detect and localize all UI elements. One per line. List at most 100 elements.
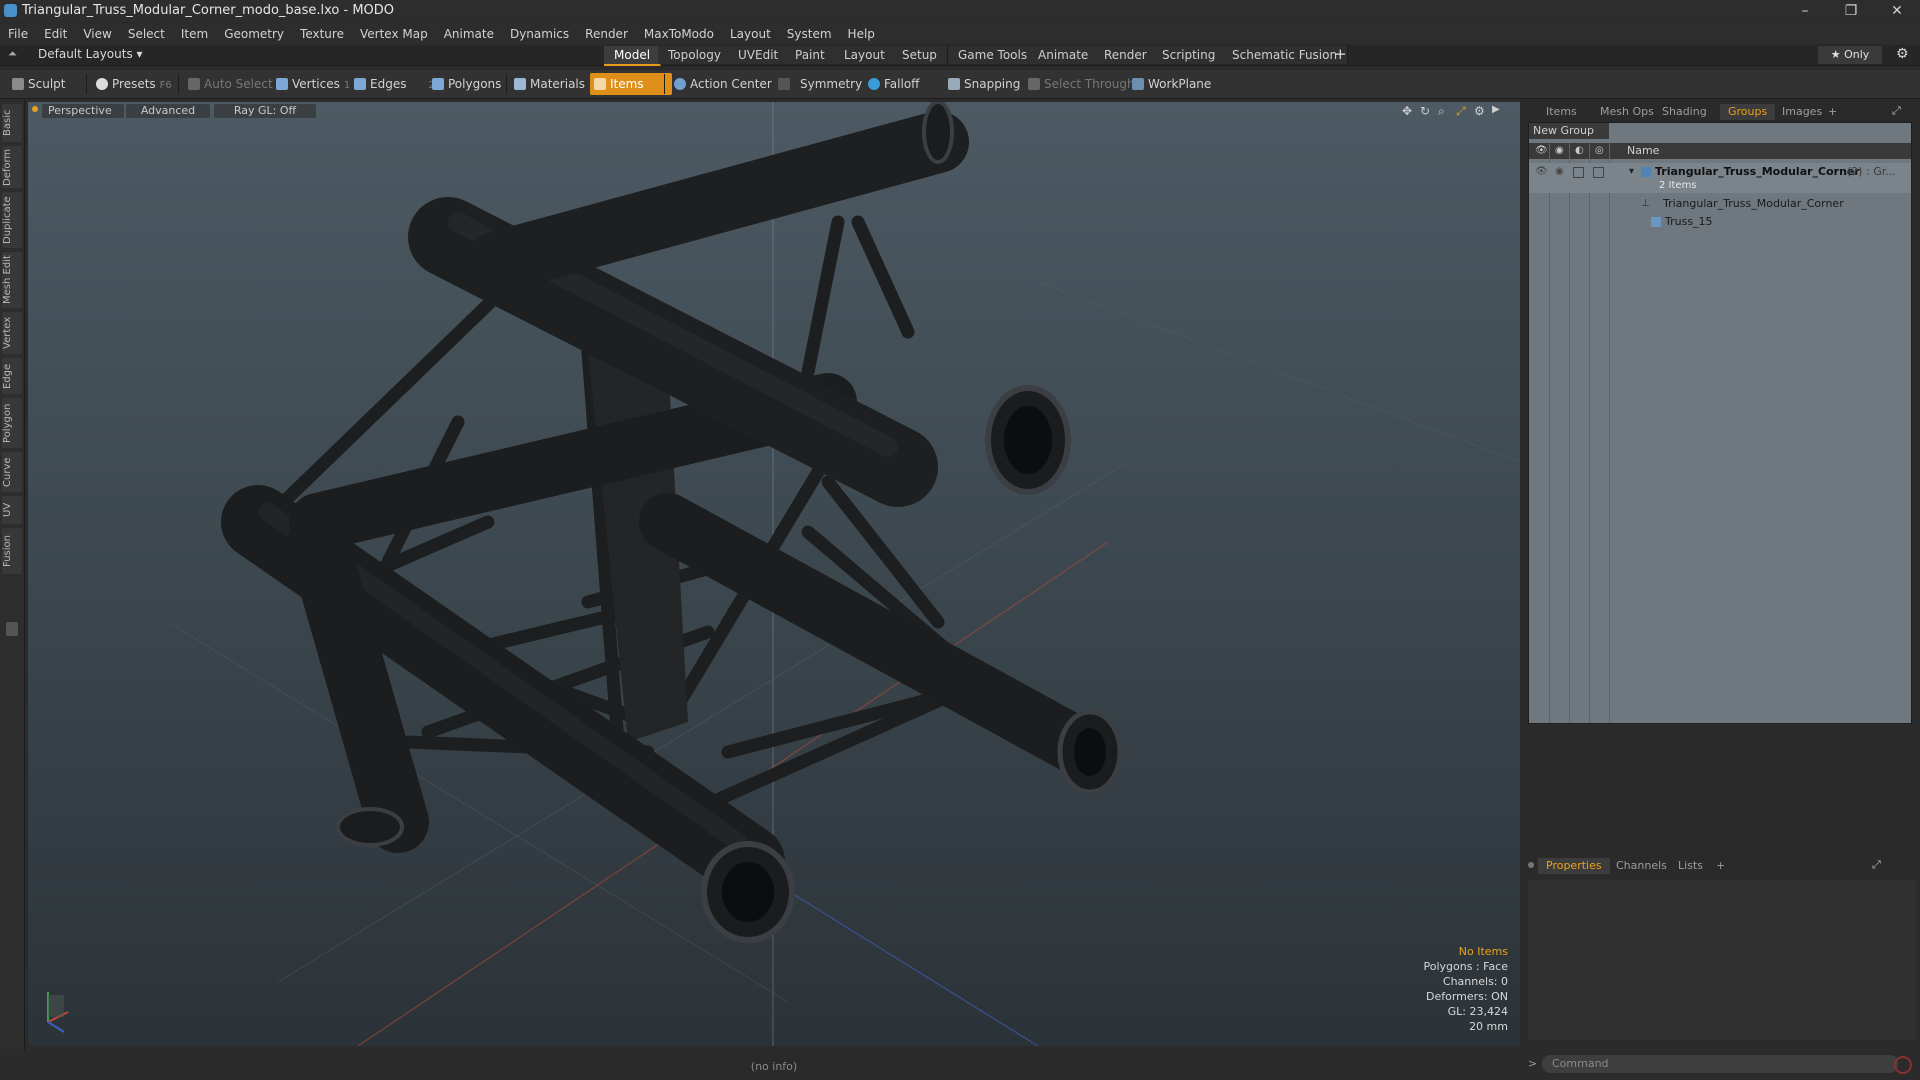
action-center-button[interactable]: Action Center — [670, 73, 790, 95]
tab-topology[interactable]: Topology — [658, 46, 732, 64]
vtab-basic[interactable]: Basic — [2, 104, 22, 142]
tab-render[interactable]: Render — [1094, 46, 1158, 64]
vtab-uv[interactable]: UV — [2, 496, 22, 524]
modo-logo-icon — [4, 4, 17, 17]
default-layouts-dropdown[interactable]: Default Layouts ▾ — [38, 47, 143, 61]
tab-game-tools[interactable]: Game Tools — [948, 46, 1039, 64]
presets-button[interactable]: Presets F6 — [92, 73, 192, 95]
properties-expand-icon[interactable]: ⤢ — [1872, 858, 1881, 872]
vtab-polygon[interactable]: Polygon — [2, 398, 22, 448]
zoom-icon[interactable]: ⌕ — [1438, 104, 1445, 119]
tab-animate[interactable]: Animate — [1028, 46, 1100, 64]
symmetry-button[interactable]: Symmetry — [774, 73, 878, 95]
shading-dropdown[interactable]: Advanced — [126, 104, 210, 118]
tab-paint[interactable]: Paint — [785, 46, 836, 64]
tab-channels[interactable]: Channels — [1608, 858, 1675, 874]
tab-groups[interactable]: Groups — [1720, 104, 1776, 120]
minimize-button[interactable]: – — [1782, 0, 1828, 22]
menu-select[interactable]: Select — [120, 24, 173, 44]
maximize-viewport-icon[interactable]: ⤢ — [1456, 104, 1466, 119]
panel-toggle-icon[interactable] — [6, 622, 18, 636]
tab-layout[interactable]: Layout — [834, 46, 896, 64]
menu-vertex-map[interactable]: Vertex Map — [352, 24, 436, 44]
menu-render[interactable]: Render — [577, 24, 636, 44]
auto-select-icon — [188, 78, 200, 90]
vtab-mesh-edit[interactable]: Mesh Edit — [2, 252, 22, 308]
materials-icon — [514, 78, 526, 90]
tab-schematic-fusion[interactable]: Schematic Fusion — [1222, 46, 1349, 64]
expand-arrow-icon[interactable]: ▾ — [1629, 163, 1634, 181]
visibility-toggle-icon[interactable]: 👁 — [1535, 163, 1548, 181]
falloff-button[interactable]: Falloff — [864, 73, 954, 95]
viewport-menu-icon[interactable] — [32, 106, 38, 112]
add-panel-tab[interactable]: + — [1820, 104, 1845, 120]
vtab-fusion[interactable]: Fusion — [2, 528, 22, 574]
mesh-icon — [1651, 217, 1661, 227]
tab-shading[interactable]: Shading — [1654, 104, 1715, 120]
menu-layout[interactable]: Layout — [722, 24, 779, 44]
viewport-expand-icon[interactable]: ▶ — [1492, 104, 1500, 115]
tab-properties[interactable]: Properties — [1538, 858, 1610, 874]
menu-animate[interactable]: Animate — [436, 24, 502, 44]
name-column-header[interactable]: Name — [1627, 143, 1659, 159]
command-input[interactable]: Command — [1542, 1055, 1898, 1073]
select-through-button[interactable]: Select Through — [1024, 73, 1140, 95]
layout-toggle-icon[interactable]: ⏶ — [8, 47, 17, 61]
rotate-icon[interactable]: ↻ — [1420, 104, 1430, 118]
only-toggle[interactable]: ★ Only — [1818, 46, 1882, 64]
lock-checkbox[interactable] — [1573, 167, 1584, 178]
3d-viewport[interactable]: Perspective Advanced Ray GL: Off ✥ ↻ ⌕ ⤢… — [28, 102, 1520, 1046]
viewport-settings-icon[interactable]: ⚙ — [1474, 104, 1485, 118]
vtab-edge[interactable]: Edge — [2, 358, 22, 394]
add-tab-icon[interactable]: + — [1334, 45, 1347, 63]
view-mode-dropdown[interactable]: Perspective — [42, 104, 124, 118]
main-toolbar: Sculpt Presets F6 Auto Select Vertices 1 E… — [0, 70, 1920, 99]
tab-model[interactable]: Model — [604, 46, 662, 66]
vtab-duplicate[interactable]: Duplicate — [2, 192, 22, 248]
command-history-icon[interactable] — [1894, 1056, 1912, 1074]
settings-gear-icon[interactable]: ⚙ — [1896, 46, 1909, 62]
menu-view[interactable]: View — [75, 24, 119, 44]
tab-scripting[interactable]: Scripting — [1152, 46, 1227, 64]
menu-edit[interactable]: Edit — [36, 24, 75, 44]
group-row[interactable]: 👁 ◉ ▾ Triangular_Truss_Modular_Corner (2… — [1529, 163, 1911, 193]
add-bottom-tab[interactable]: + — [1708, 858, 1733, 874]
list-header: 👁 ◉ ◐ ◎ Name — [1529, 143, 1911, 159]
restore-button[interactable]: ❐ — [1828, 0, 1874, 22]
menu-dynamics[interactable]: Dynamics — [502, 24, 577, 44]
brush-icon — [12, 78, 24, 90]
tab-setup[interactable]: Setup — [892, 46, 948, 64]
items-button[interactable]: Items — [590, 73, 672, 95]
status-bar: (no info) — [28, 1056, 1520, 1078]
list-item[interactable]: Truss_15 — [1529, 213, 1911, 231]
vtab-vertex[interactable]: Vertex — [2, 312, 22, 354]
menu-texture[interactable]: Texture — [292, 24, 352, 44]
polygons-icon — [432, 78, 444, 90]
menu-file[interactable]: File — [0, 24, 36, 44]
workplane-button[interactable]: WorkPlane — [1128, 73, 1228, 95]
title-bar: Triangular_Truss_Modular_Corner_modo_bas… — [0, 0, 1920, 22]
menu-maxtomodo[interactable]: MaxToModo — [636, 24, 722, 44]
menu-help[interactable]: Help — [840, 24, 883, 44]
pan-icon[interactable]: ✥ — [1402, 104, 1412, 118]
menu-system[interactable]: System — [779, 24, 840, 44]
close-button[interactable]: ✕ — [1874, 0, 1920, 22]
select-checkbox[interactable] — [1593, 167, 1604, 178]
panel-expand-icon[interactable]: ⤢ — [1892, 104, 1901, 118]
right-panel: Items Mesh Ops Shading Groups Images + ⤢… — [1524, 100, 1920, 1080]
menu-geometry[interactable]: Geometry — [216, 24, 292, 44]
menu-item[interactable]: Item — [173, 24, 216, 44]
tab-items[interactable]: Items — [1538, 104, 1585, 120]
tab-lists[interactable]: Lists — [1670, 858, 1711, 874]
tab-mesh-ops[interactable]: Mesh Ops — [1592, 104, 1662, 120]
tab-uvedit[interactable]: UVEdit — [728, 46, 790, 64]
visibility-col-icon: 👁 — [1535, 145, 1548, 156]
render-toggle-icon[interactable]: ◉ — [1555, 163, 1564, 181]
vtab-curve[interactable]: Curve — [2, 452, 22, 492]
list-item[interactable]: ⊥ Triangular_Truss_Modular_Corner — [1529, 195, 1911, 213]
sculpt-button[interactable]: Sculpt — [8, 73, 98, 95]
vtab-deform[interactable]: Deform — [2, 146, 22, 188]
raygl-toggle[interactable]: Ray GL: Off — [214, 104, 316, 118]
new-group-button[interactable]: New Group — [1529, 123, 1609, 139]
panel-menu-icon[interactable] — [1528, 862, 1534, 868]
